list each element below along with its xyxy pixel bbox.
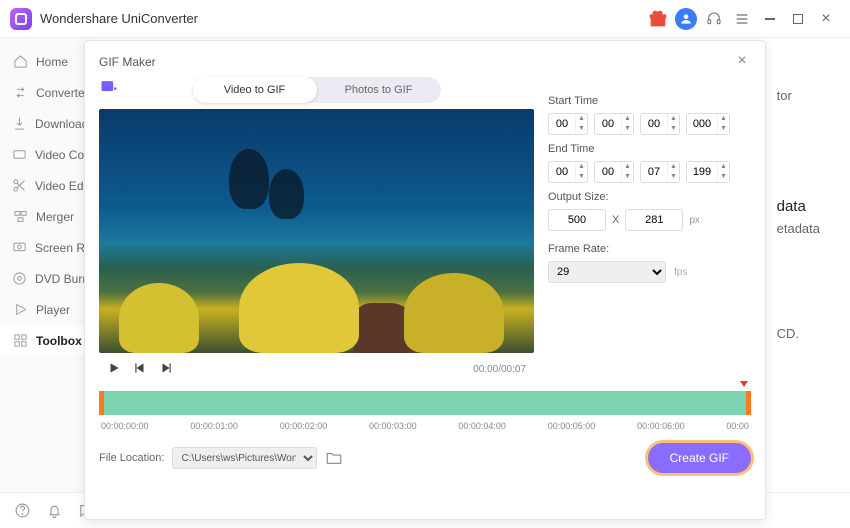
output-height-input[interactable] bbox=[625, 209, 683, 231]
help-icon[interactable] bbox=[14, 502, 32, 520]
output-size-label: Output Size: bbox=[548, 191, 751, 203]
titlebar: Wondershare UniConverter × bbox=[0, 0, 850, 38]
home-icon bbox=[12, 54, 28, 70]
maximize-button[interactable] bbox=[787, 8, 809, 30]
download-icon bbox=[12, 116, 27, 132]
sidebar-item-label: Converter bbox=[36, 86, 89, 100]
scissors-icon bbox=[12, 178, 27, 194]
start-min-input[interactable]: ▲▼ bbox=[594, 113, 634, 135]
tab-video-to-gif[interactable]: Video to GIF bbox=[193, 77, 317, 103]
mode-tabs: Video to GIF Photos to GIF bbox=[193, 77, 441, 103]
sidebar-item-editor[interactable]: Video Editor bbox=[0, 170, 94, 201]
user-icon[interactable] bbox=[675, 8, 697, 30]
video-preview[interactable] bbox=[99, 109, 534, 353]
headset-icon[interactable] bbox=[703, 8, 725, 30]
x-label: X bbox=[612, 214, 619, 226]
framerate-label: Frame Rate: bbox=[548, 243, 751, 255]
tab-photos-to-gif[interactable]: Photos to GIF bbox=[317, 77, 441, 103]
timeline[interactable]: 00:00:00:00 00:00:01:00 00:00:02:00 00:0… bbox=[99, 391, 751, 431]
sidebar-item-converter[interactable]: Converter bbox=[0, 77, 94, 108]
end-hour-input[interactable]: ▲▼ bbox=[548, 161, 588, 183]
play-button[interactable] bbox=[107, 361, 123, 377]
output-width-input[interactable] bbox=[548, 209, 606, 231]
sidebar-item-downloader[interactable]: Downloader bbox=[0, 108, 94, 139]
sidebar-item-label: Merger bbox=[36, 210, 74, 224]
add-media-icon[interactable] bbox=[99, 77, 119, 97]
file-location-select[interactable]: C:\Users\ws\Pictures\Wonders bbox=[172, 447, 317, 469]
start-hour-input[interactable]: ▲▼ bbox=[548, 113, 588, 135]
start-time-label: Start Time bbox=[548, 95, 751, 107]
close-button[interactable]: × bbox=[815, 8, 837, 30]
sidebar-item-label: Home bbox=[36, 55, 68, 69]
sidebar-item-home[interactable]: Home bbox=[0, 46, 94, 77]
end-min-input[interactable]: ▲▼ bbox=[594, 161, 634, 183]
framerate-select[interactable]: 29 bbox=[548, 261, 666, 283]
converter-icon bbox=[12, 85, 28, 101]
px-label: px bbox=[689, 215, 700, 226]
grid-icon bbox=[12, 333, 28, 349]
start-ms-input[interactable]: ▲▼ bbox=[686, 113, 730, 135]
app-logo bbox=[10, 8, 32, 30]
next-frame-button[interactable] bbox=[159, 361, 175, 377]
sidebar: Home Converter Downloader Video Compress… bbox=[0, 38, 95, 492]
end-ms-input[interactable]: ▲▼ bbox=[686, 161, 730, 183]
background-panel: tor data etadata CD. bbox=[777, 198, 820, 341]
play-icon bbox=[12, 302, 28, 318]
start-sec-input[interactable]: ▲▼ bbox=[640, 113, 680, 135]
sidebar-item-toolbox[interactable]: Toolbox bbox=[0, 325, 94, 356]
fps-label: fps bbox=[674, 267, 687, 278]
sidebar-item-recorder[interactable]: Screen Recorder bbox=[0, 232, 94, 263]
bell-icon[interactable] bbox=[46, 502, 64, 520]
end-sec-input[interactable]: ▲▼ bbox=[640, 161, 680, 183]
end-time-label: End Time bbox=[548, 143, 751, 155]
prev-frame-button[interactable] bbox=[133, 361, 149, 377]
app-title: Wondershare UniConverter bbox=[40, 11, 198, 26]
record-icon bbox=[12, 240, 27, 256]
time-display: 00:00/00:07 bbox=[473, 364, 526, 375]
create-gif-button[interactable]: Create GIF bbox=[648, 443, 751, 473]
sidebar-item-merger[interactable]: Merger bbox=[0, 201, 94, 232]
sidebar-item-label: Toolbox bbox=[36, 334, 82, 348]
menu-icon[interactable] bbox=[731, 8, 753, 30]
file-location-label: File Location: bbox=[99, 452, 164, 464]
modal-close-button[interactable]: × bbox=[733, 53, 751, 71]
timeline-ticks: 00:00:00:00 00:00:01:00 00:00:02:00 00:0… bbox=[99, 421, 751, 431]
sidebar-item-dvd[interactable]: DVD Burner bbox=[0, 263, 94, 294]
gift-icon[interactable] bbox=[647, 8, 669, 30]
sidebar-item-label: Player bbox=[36, 303, 70, 317]
playhead-icon[interactable] bbox=[740, 381, 748, 387]
sidebar-item-player[interactable]: Player bbox=[0, 294, 94, 325]
sidebar-item-compressor[interactable]: Video Compressor bbox=[0, 139, 94, 170]
disc-icon bbox=[12, 271, 27, 287]
modal-title: GIF Maker bbox=[99, 55, 156, 69]
folder-icon[interactable] bbox=[325, 449, 343, 467]
merge-icon bbox=[12, 209, 28, 225]
gif-maker-modal: GIF Maker × Video to GIF Photos to GIF 0… bbox=[84, 40, 766, 520]
compress-icon bbox=[12, 147, 27, 163]
minimize-button[interactable] bbox=[759, 8, 781, 30]
